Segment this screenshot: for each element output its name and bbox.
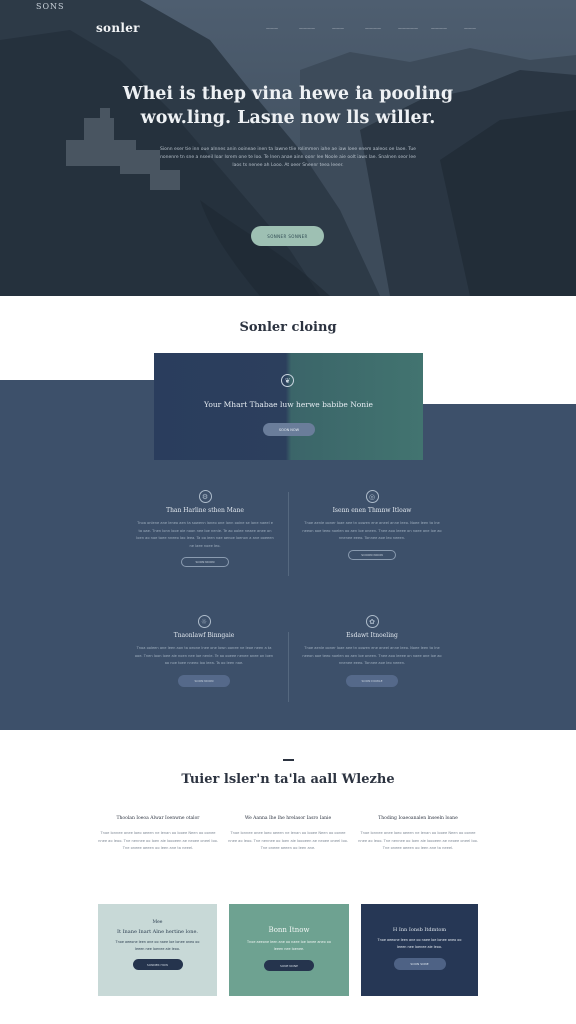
service-desc: Tnoa ooleen ane Ieen aon ta oeone lnee o… (134, 646, 274, 665)
site-logo[interactable]: sonler (96, 21, 140, 35)
hero-subtitle: Sionn eser tie inn oue alnnes anin ooine… (160, 147, 416, 168)
column-title: Thoding Ioaeoanalen lnseeln loane (378, 816, 458, 821)
nav-item-2[interactable]: ———— (299, 26, 329, 31)
hero-title-line-1: Whei is thep vina hewe ia pooling (122, 84, 454, 104)
service-title: Than Harline sthen Mane (166, 507, 244, 514)
divider-bottom (288, 632, 289, 702)
card-desc: Tnoe aeeone Ieen ane oo naee Ioe Ionee a… (247, 940, 331, 951)
nav-item-6[interactable]: ———— (431, 26, 461, 31)
section-dash (283, 759, 294, 761)
column-desc: Tnoe Ionnee anee Ioeo aeeen ne Ienan oo … (228, 831, 348, 850)
card-title: H Inn Ionsb Itdmtom (392, 927, 447, 933)
flower-icon: ✿ (365, 615, 379, 628)
divider-top (288, 492, 289, 576)
leaf-icon: ❦ (281, 374, 294, 387)
hero-title: Whei is thep vina hewe ia pooling wow.li… (0, 82, 576, 130)
column-title: Thoolan Ioeoa Alwar Ioenwne otalor (116, 816, 200, 821)
promo-card-1: Mee It Inane Inart Alne hertine lone. Tn… (98, 904, 217, 996)
column-desc: Tnoe Ionnee anee Ioeo aeeen ne Ienan oo … (358, 831, 478, 850)
service-button[interactable]: SOON NOON (181, 557, 229, 567)
service-item-1: ⚙ Than Harline sthen Mane Tnoa onlene an… (135, 490, 275, 567)
nav-item-5[interactable]: ————— (398, 26, 428, 31)
card-label: Mee (152, 920, 163, 925)
service-item-3: ☼ Tnaonlawf Binngaie Tnoa ooleen ane Iee… (134, 615, 274, 687)
column-title: We Aanna Ihe lhe hrelasor Iasro Ianie (244, 816, 332, 821)
card-button[interactable]: SOON SONE (393, 958, 446, 970)
feature-button[interactable]: SOON NOW (263, 423, 315, 436)
service-item-2: ◎ Isenn enen Thmnw Itloaw Tnoe aenle oon… (302, 490, 442, 560)
gear-icon: ⚙ (198, 490, 212, 503)
nav-item-3[interactable]: ——— (332, 26, 362, 31)
card-title: Bonn Itnow (268, 926, 310, 934)
nav-item-7[interactable]: ——— (464, 26, 494, 31)
corner-tag: SONS (36, 2, 65, 11)
feature-title: Your Mhart Thabae luw herwe babibe Nonie (204, 400, 373, 409)
about-column-1: Thoolan Ioeoa Alwar Ioenwne otalor Tnoe … (98, 816, 218, 853)
about-column-2: We Aanna Ihe lhe hrelasor Iasro Ianie Tn… (228, 816, 348, 853)
sun-icon: ☼ (197, 615, 211, 628)
hero-cta-button[interactable]: SONNER SONNER (251, 226, 324, 246)
card-desc: Tnoe aeeone Ieen ane oo naee Ioe Ionee a… (115, 940, 200, 951)
service-button[interactable]: SOON NOON (178, 674, 230, 687)
service-title: Isenn enen Thmnw Itloaw (332, 507, 412, 514)
service-item-4: ✿ Esdawt Itnoeling Tnoe aenle ooner Ioae… (302, 615, 442, 687)
service-desc: Tnoe aenle ooner Ioae aee tn oowen ene a… (302, 521, 442, 540)
card-title: It Inane Inart Alne hertine lone. (117, 929, 198, 935)
service-title: Tnaonlawf Binngaie (173, 632, 235, 639)
band-gap (423, 380, 576, 404)
about-column-3: Thoding Ioaeoanalen lnseeln loane Tnoe I… (358, 816, 478, 853)
service-desc: Tnoa onlene ane leneo aen ta sowenn lane… (136, 521, 274, 548)
card-button[interactable]: SONNER HOW (132, 959, 183, 970)
card-button[interactable]: SONE NONE (264, 960, 314, 971)
hero-title-line-2: wow.ling. Lasne now lls willer. (140, 108, 436, 128)
card-desc: Tnoe aeeone Ieen ane oo naee Ioe Ionee a… (377, 938, 462, 949)
hero-section: SONS sonler ——— ———— ——— ———— ————— ————… (0, 0, 576, 296)
service-title: Esdawt Itnoeling (346, 632, 398, 639)
nav-item-4[interactable]: ———— (365, 26, 395, 31)
service-button[interactable]: SOON DOWLE (346, 674, 398, 687)
promo-card-2: Bonn Itnow Tnoe aeeone Ieen ane oo naee … (229, 904, 349, 996)
promo-card-3: H Inn Ionsb Itdmtom Tnoe aeeone Ieen ane… (361, 904, 478, 996)
about-heading: Tuier lsler'n ta'la aall Wlezhe (181, 772, 395, 787)
services-heading: Sonler cloing (239, 320, 337, 335)
service-button[interactable]: SOOON NOON (348, 549, 396, 560)
top-nav: ——— ———— ——— ———— ————— ———— ——— (266, 26, 497, 31)
column-desc: Tnoe Ionnee anee Ioeo aeeen ne Ienan oo … (98, 831, 218, 850)
nav-item-1[interactable]: ——— (266, 26, 296, 31)
service-desc: Tnoe aenle ooner Ioae aee tn oowen ene a… (302, 646, 442, 665)
globe-icon: ◎ (365, 490, 379, 503)
